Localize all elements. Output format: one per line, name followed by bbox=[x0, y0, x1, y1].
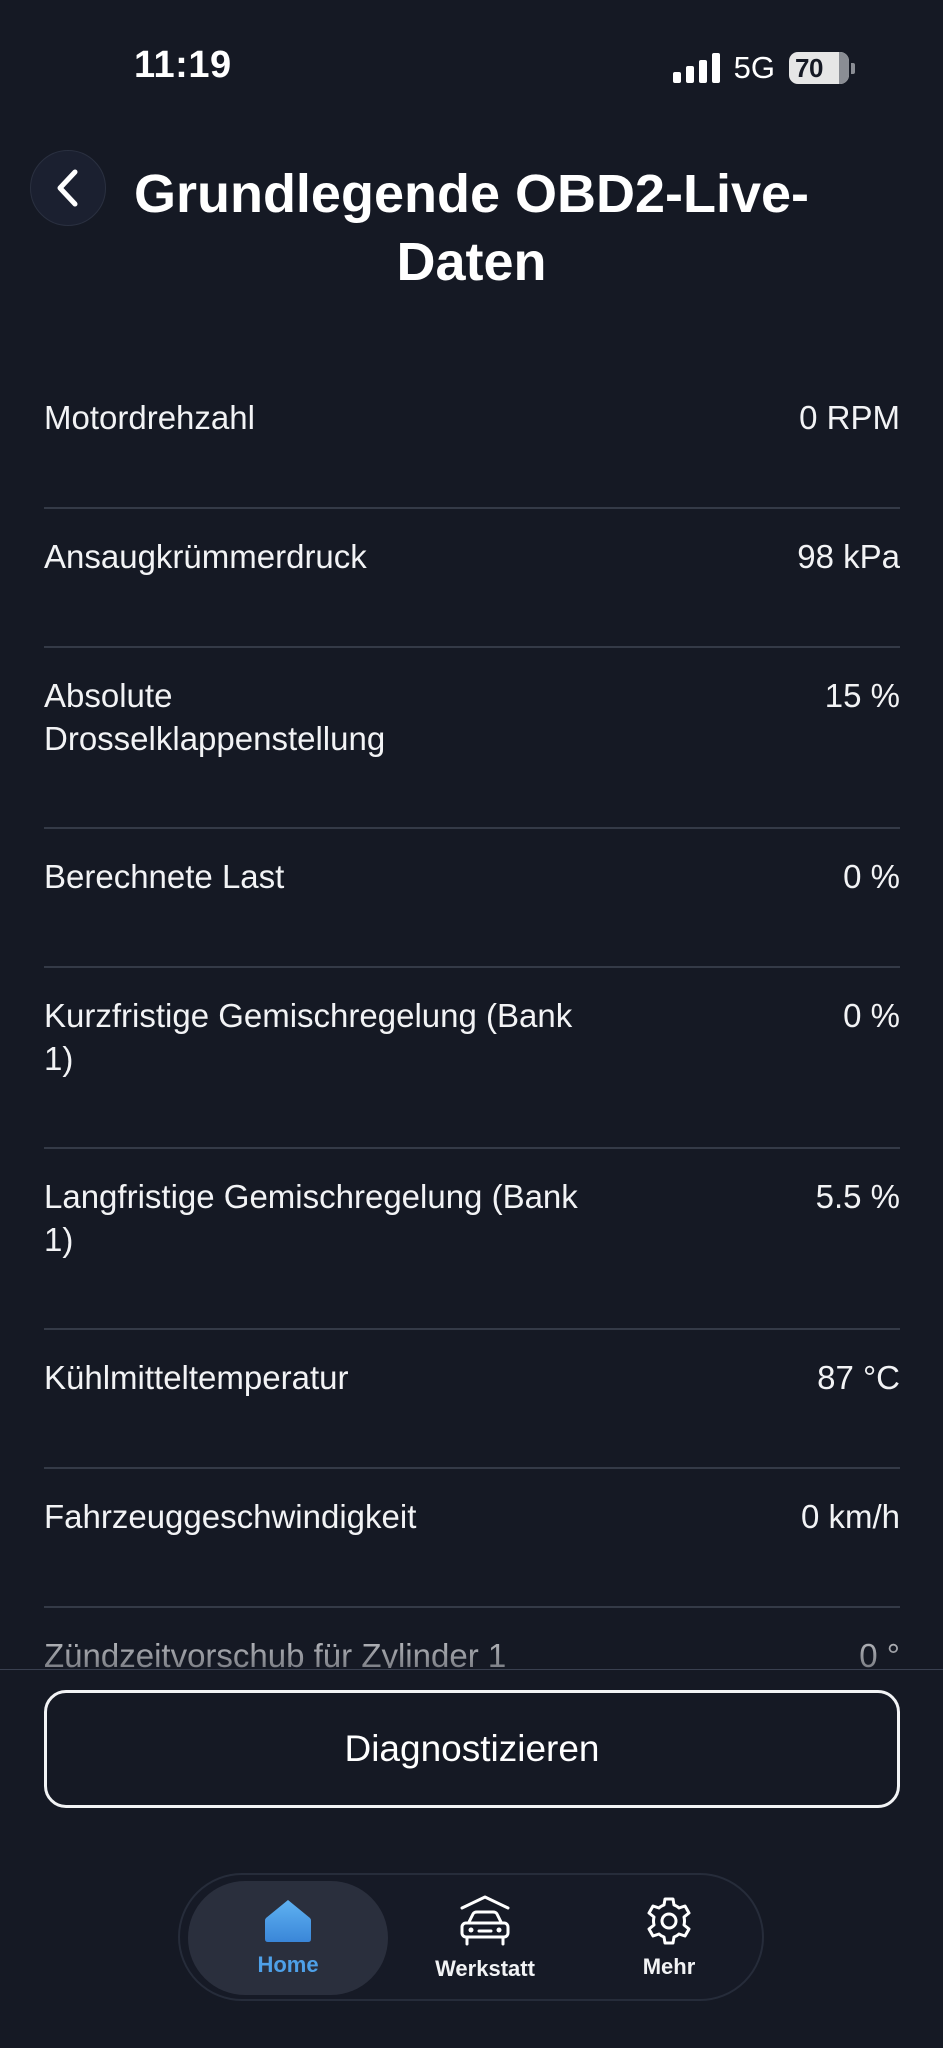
data-row-calculated-load: Berechnete Last 0 % bbox=[44, 829, 900, 968]
data-row-long-term-fuel-trim: Langfristige Gemischregelung (Bank 1) 5.… bbox=[44, 1149, 900, 1330]
row-value: 0 % bbox=[843, 858, 900, 895]
page-title: Grundlegende OBD2-Live-Daten bbox=[133, 164, 810, 292]
row-label: Zündzeitvorschub für Zylinder 1 bbox=[44, 1637, 507, 1668]
garage-car-icon bbox=[460, 1895, 510, 1946]
data-row-ignition-timing: Zündzeitvorschub für Zylinder 1 0 ° bbox=[44, 1608, 900, 1668]
data-row-throttle-position: Absolute Drosselklappenstellung 15 % bbox=[44, 648, 900, 829]
gear-icon bbox=[647, 1897, 691, 1945]
status-time: 11:19 bbox=[134, 44, 232, 86]
back-button[interactable] bbox=[30, 150, 106, 226]
row-value: 15 % bbox=[824, 677, 900, 714]
row-value: 5.5 % bbox=[815, 1178, 900, 1215]
nav-item-mehr[interactable]: Mehr bbox=[574, 1881, 764, 1995]
status-indicators: 5G 70 bbox=[672, 50, 855, 86]
battery-level: 70 bbox=[795, 52, 823, 83]
data-row-short-term-fuel-trim: Kurzfristige Gemischregelung (Bank 1) 0 … bbox=[44, 968, 900, 1149]
chevron-left-icon bbox=[57, 169, 78, 207]
status-bar: 11:19 5G 70 bbox=[0, 0, 943, 140]
row-label: Fahrzeuggeschwindigkeit bbox=[44, 1498, 417, 1535]
row-value: 98 kPa bbox=[797, 538, 900, 575]
bottom-nav: Home Werkstatt Mehr bbox=[178, 1873, 764, 2001]
row-label: Berechnete Last bbox=[44, 858, 285, 895]
row-label: Langfristige Gemischregelung (Bank 1) bbox=[44, 1178, 578, 1258]
row-label: Ansaugkrümmerdruck bbox=[44, 538, 367, 575]
row-value: 0 ° bbox=[859, 1637, 900, 1668]
nav-label-home: Home bbox=[257, 1952, 319, 1977]
row-label: Kühlmitteltemperatur bbox=[44, 1359, 349, 1396]
cellular-signal-icon bbox=[672, 53, 720, 83]
row-label: Kurzfristige Gemischregelung (Bank 1) bbox=[44, 997, 573, 1077]
nav-label-werkstatt: Werkstatt bbox=[435, 1956, 535, 1981]
data-row-manifold-pressure: Ansaugkrümmerdruck 98 kPa bbox=[44, 509, 900, 648]
data-row-vehicle-speed: Fahrzeuggeschwindigkeit 0 km/h bbox=[44, 1469, 900, 1608]
row-value: 0 km/h bbox=[800, 1498, 900, 1535]
nav-item-home[interactable]: Home bbox=[188, 1881, 388, 1995]
row-value: 0 % bbox=[843, 997, 900, 1034]
row-label: Absolute Drosselklappenstellung bbox=[44, 677, 386, 757]
nav-label-mehr: Mehr bbox=[642, 1954, 696, 1979]
row-label: Motordrehzahl bbox=[44, 399, 255, 436]
home-icon bbox=[265, 1900, 311, 1942]
diagnose-button[interactable]: Diagnostizieren bbox=[44, 1690, 900, 1808]
row-value: 0 RPM bbox=[799, 399, 900, 436]
list-divider bbox=[0, 1669, 943, 1670]
live-data-list[interactable]: Motordrehzahl 0 RPM Ansaugkrümmerdruck 9… bbox=[44, 370, 900, 1668]
screen: 11:19 5G 70 Grundlegende OBD2-Live-Daten bbox=[0, 0, 943, 2048]
row-value: 87 °C bbox=[817, 1359, 900, 1396]
battery-icon: 70 bbox=[789, 52, 855, 84]
data-row-engine-rpm: Motordrehzahl 0 RPM bbox=[44, 370, 900, 509]
network-type: 5G bbox=[733, 50, 775, 85]
data-row-coolant-temperature: Kühlmitteltemperatur 87 °C bbox=[44, 1330, 900, 1469]
nav-item-werkstatt[interactable]: Werkstatt bbox=[390, 1881, 580, 1995]
